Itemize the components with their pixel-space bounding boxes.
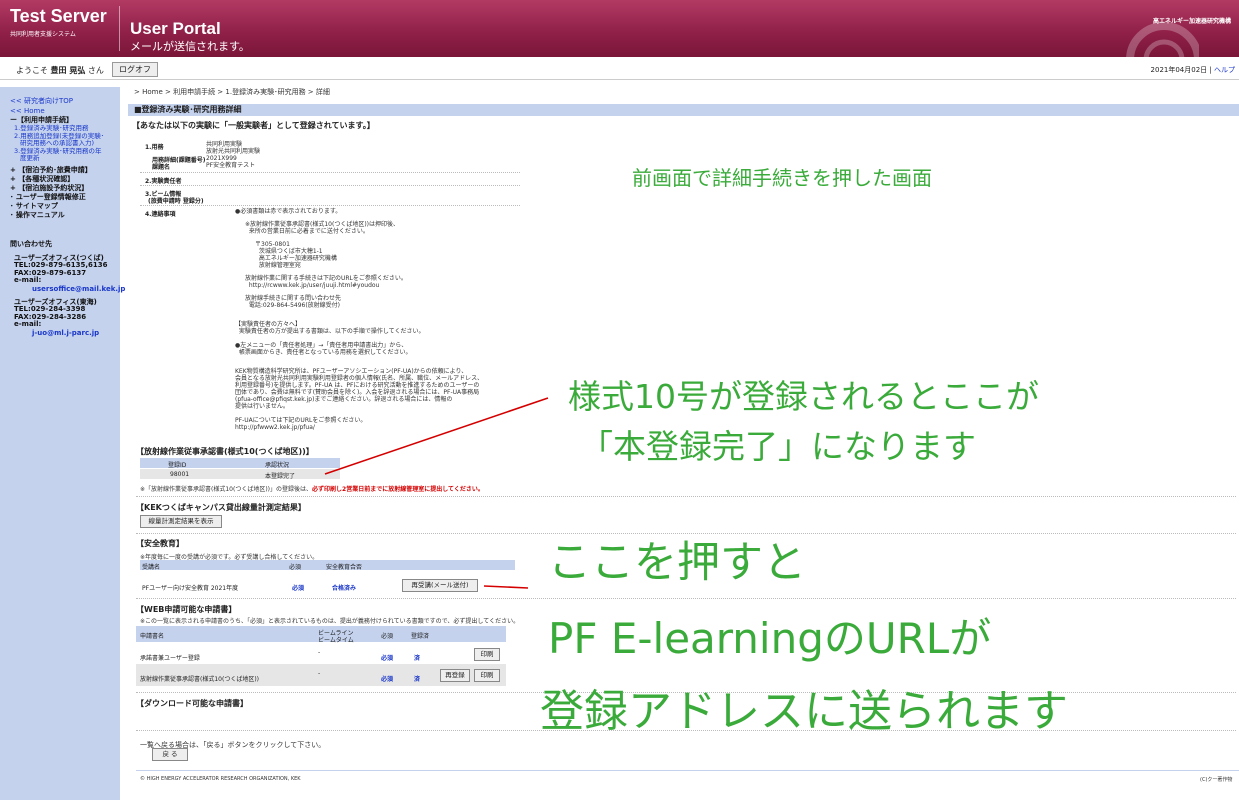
arrow-to-button <box>483 585 529 589</box>
annotation-arrows <box>324 397 549 589</box>
page-root: Test Server 共同利用者支援システム User Portal メールが… <box>0 0 1239 800</box>
arrow-to-status <box>324 397 549 475</box>
